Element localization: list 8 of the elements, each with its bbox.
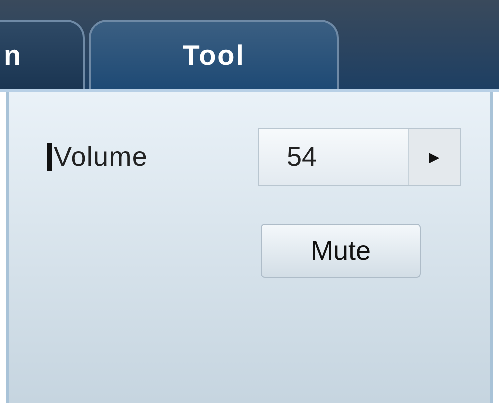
mute-button[interactable]: Mute [261, 224, 421, 278]
tab[interactable]: Tool [89, 20, 339, 89]
volume-spinbox[interactable]: 54 ▶ [258, 128, 461, 186]
label-marker [47, 143, 52, 171]
increase-button[interactable]: ▶ [408, 129, 460, 185]
volume-label: Volume [54, 140, 148, 174]
volume-value: 54 [286, 140, 318, 174]
tab[interactable]: n [0, 20, 85, 89]
